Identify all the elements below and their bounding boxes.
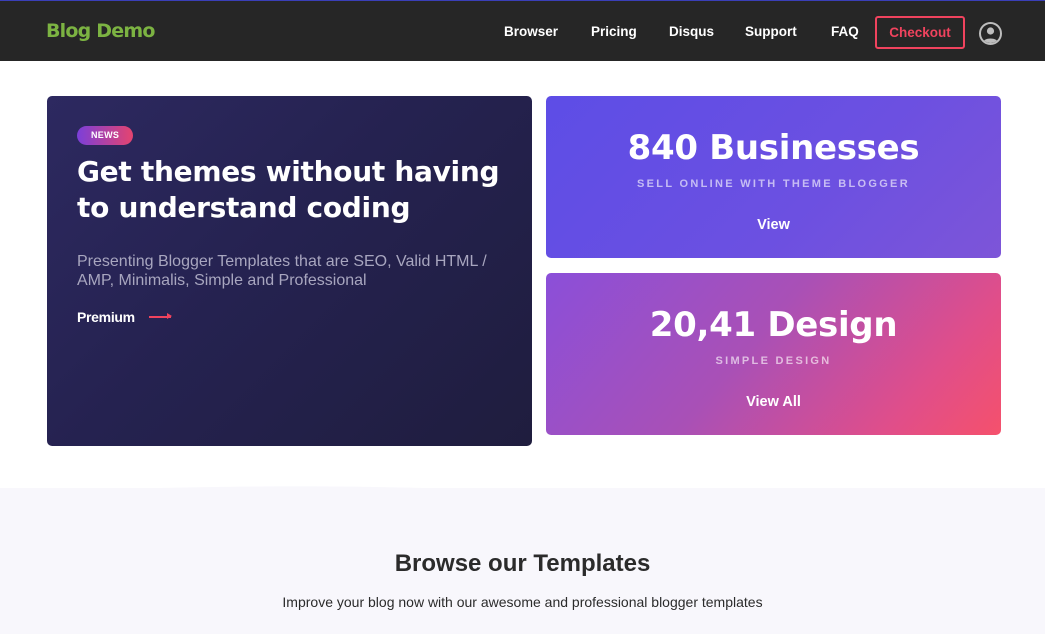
view-link[interactable]: View: [757, 217, 790, 233]
hero-card: NEWS Get themes without having to unders…: [47, 96, 532, 446]
design-card: 20,41 Design SIMPLE DESIGN View All: [546, 273, 1001, 435]
nav-link-browser[interactable]: Browser: [504, 24, 558, 39]
design-count: 20,41 Design: [649, 305, 898, 345]
site-logo[interactable]: Blog Demo: [46, 20, 155, 42]
section-title: Browse our Templates: [394, 550, 651, 577]
view-all-link[interactable]: View All: [746, 394, 801, 410]
design-subtitle: SIMPLE DESIGN: [715, 355, 832, 367]
nav-link-pricing[interactable]: Pricing: [591, 24, 637, 39]
section-subtitle: Improve your blog now with our awesome a…: [282, 594, 763, 610]
businesses-subtitle: SELL ONLINE WITH THEME BLOGGER: [637, 178, 910, 190]
businesses-count: 840 Businesses: [627, 128, 920, 168]
section-wave-divider: [0, 486, 1045, 504]
top-navbar: Blog Demo Browser Pricing Disqus Support…: [0, 0, 1045, 61]
hero-description: Presenting Blogger Templates that are SE…: [77, 253, 487, 289]
premium-link[interactable]: Premium: [77, 309, 135, 325]
user-icon[interactable]: [979, 22, 1002, 45]
nav-link-disqus[interactable]: Disqus: [669, 24, 714, 39]
hero-title: Get themes without having to understand …: [77, 155, 500, 224]
nav-link-faq[interactable]: FAQ: [831, 24, 859, 39]
news-badge: NEWS: [77, 126, 134, 145]
checkout-button[interactable]: Checkout: [875, 16, 965, 49]
businesses-card: 840 Businesses SELL ONLINE WITH THEME BL…: [546, 96, 1001, 258]
nav-link-support[interactable]: Support: [745, 24, 797, 39]
arrow-right-icon[interactable]: [149, 313, 172, 319]
